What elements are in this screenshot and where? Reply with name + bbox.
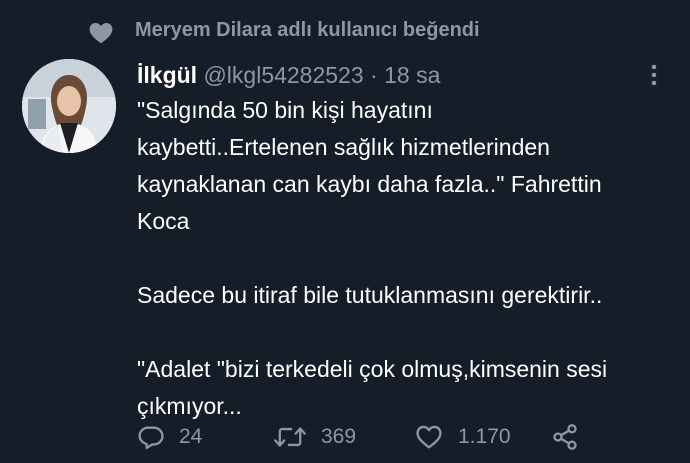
retweet-count: 369 [321, 425, 357, 448]
tweet-line: "Salgında 50 bin kişi hayatını [137, 97, 433, 123]
retweet-button[interactable]: 369 [273, 422, 356, 452]
tweet-line: Sadece bu itiraf bile tutuklanmasını ger… [137, 282, 603, 308]
header-separator: · [370, 62, 378, 88]
more-vertical-icon[interactable] [644, 62, 664, 88]
tweet-actions: 24 369 1.170 [137, 422, 597, 452]
tweet-time[interactable]: 18 sa [384, 62, 440, 88]
reply-icon [137, 423, 165, 451]
like-button[interactable]: 1.170 [414, 422, 511, 452]
retweet-icon [273, 423, 307, 451]
tweet-line: kaynaklanan can kaybı daha fazla.." Fahr… [137, 171, 602, 197]
tweet-line: Koca [137, 208, 190, 234]
share-icon [551, 423, 579, 451]
heart-outline-icon [414, 423, 444, 451]
tweet-text: "Salgında 50 bin kişi hayatını kaybetti.… [137, 92, 677, 425]
like-count: 1.170 [458, 425, 511, 448]
tweet-line: kaybetti..Ertelenen sağlık hizmetlerinde… [137, 134, 550, 160]
social-context-text: Meryem Dilara adlı kullanıcı beğendi [135, 19, 480, 41]
avatar[interactable] [22, 59, 116, 153]
reply-count: 24 [179, 425, 203, 448]
share-button[interactable] [551, 422, 579, 452]
reply-button[interactable]: 24 [137, 422, 202, 452]
tweet-line: "Adalet "bizi terkedeli çok olmuş,kimsen… [137, 356, 608, 382]
tweet-header: İlkgül @lkgl54282523 · 18 sa [137, 61, 440, 89]
tweet-line: çıkmıyor... [137, 393, 242, 419]
author-name[interactable]: İlkgül [137, 62, 197, 88]
heart-icon [88, 20, 114, 46]
author-handle[interactable]: @lkgl54282523 [203, 62, 363, 88]
